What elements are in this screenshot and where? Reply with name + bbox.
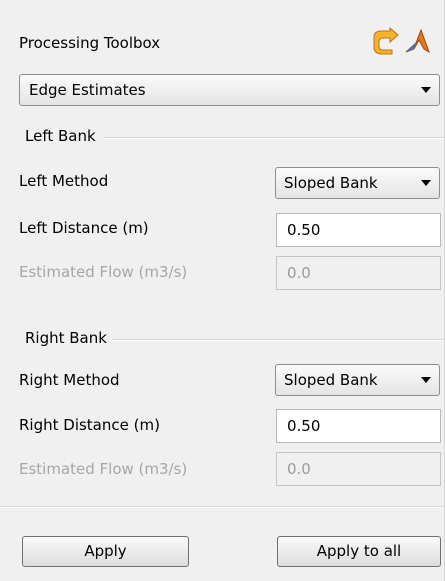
toolbar-icons (368, 25, 434, 59)
left-distance-value: 0.50 (287, 221, 321, 239)
left-flow-field: 0.0 (276, 256, 441, 290)
apply-button[interactable]: Apply (22, 536, 189, 567)
right-method-label: Right Method (19, 371, 120, 389)
left-method-label: Left Method (19, 172, 109, 190)
right-bank-group-line (112, 339, 444, 341)
left-method-select[interactable]: Sloped Bank (275, 167, 440, 199)
right-distance-value: 0.50 (287, 417, 321, 435)
footer-divider (0, 506, 444, 508)
left-bank-group-line (103, 137, 444, 139)
left-distance-input[interactable]: 0.50 (276, 213, 441, 247)
chevron-down-icon (421, 87, 431, 93)
left-distance-label: Left Distance (m) (19, 219, 149, 237)
processing-toolbox-panel: Processing Toolbox Edge Estimates Left B… (0, 0, 445, 581)
left-flow-value: 0.0 (287, 264, 311, 282)
matlab-icon[interactable] (405, 28, 430, 54)
apply-to-all-button[interactable]: Apply to all (277, 536, 441, 567)
chevron-down-icon (421, 180, 431, 186)
left-flow-label: Estimated Flow (m3/s) (19, 263, 188, 281)
left-bank-group-label: Left Bank (25, 127, 96, 145)
right-method-value: Sloped Bank (284, 371, 378, 389)
refresh-arrow-icon[interactable] (373, 26, 399, 55)
right-method-select[interactable]: Sloped Bank (275, 364, 440, 396)
right-flow-value: 0.0 (287, 460, 311, 478)
panel-title: Processing Toolbox (19, 34, 161, 52)
right-distance-input[interactable]: 0.50 (276, 409, 441, 443)
right-distance-label: Right Distance (m) (19, 416, 160, 434)
right-bank-group-label: Right Bank (25, 329, 107, 347)
chevron-down-icon (421, 377, 431, 383)
right-flow-label: Estimated Flow (m3/s) (19, 460, 188, 478)
process-type-value: Edge Estimates (29, 81, 146, 99)
left-method-value: Sloped Bank (284, 174, 378, 192)
right-flow-field: 0.0 (276, 452, 441, 486)
process-type-select[interactable]: Edge Estimates (19, 74, 440, 106)
